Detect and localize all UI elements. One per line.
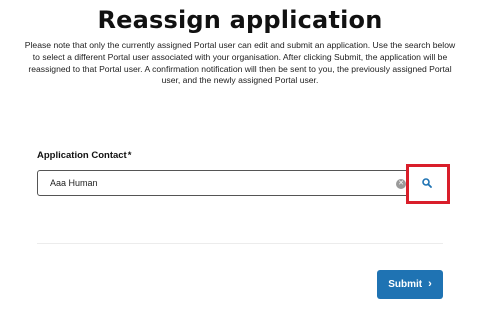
application-contact-label: Application Contact* [37, 150, 131, 161]
clear-icon[interactable]: ✕ [396, 179, 406, 189]
chevron-right-icon: › [428, 278, 432, 290]
required-marker: * [127, 150, 132, 161]
page-title: Reassign application [97, 6, 383, 34]
application-contact-label-text: Application Contact [37, 150, 127, 161]
intro-text: Please note that only the currently assi… [24, 40, 456, 86]
divider [37, 243, 443, 244]
application-contact-value[interactable]: Aaa Human [50, 178, 98, 188]
submit-label: Submit [388, 279, 423, 290]
reassign-page: Reassign application Please note that on… [0, 0, 480, 315]
highlight-box [406, 164, 450, 204]
submit-button[interactable]: Submit › [377, 270, 443, 299]
application-contact-input[interactable]: Aaa Human ✕ [37, 170, 411, 196]
